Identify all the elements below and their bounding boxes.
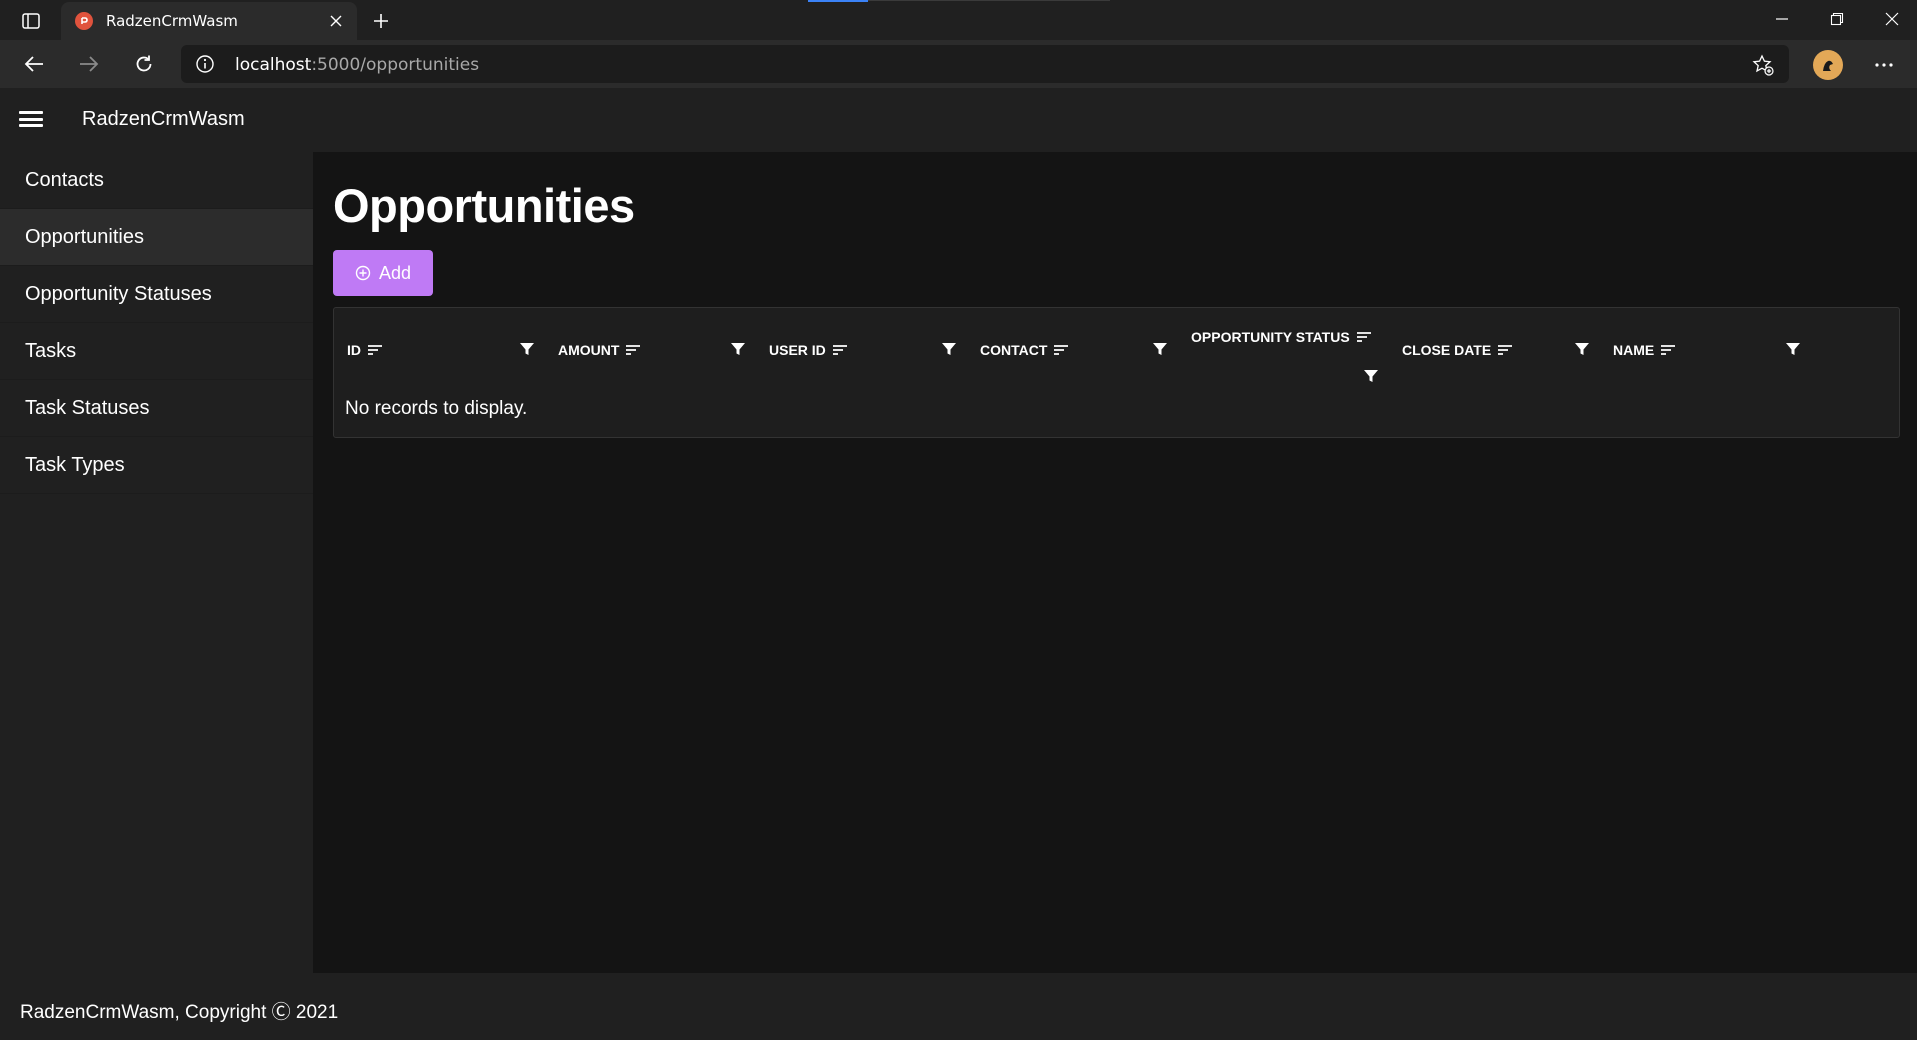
add-button-label: Add xyxy=(378,262,412,283)
column-header-contact[interactable]: CONTACT xyxy=(967,308,1178,388)
tab-loading-track xyxy=(868,0,1110,1)
column-label[interactable]: CONTACT xyxy=(980,342,1069,358)
sidebar-item-opportunities[interactable]: Opportunities xyxy=(0,209,313,266)
filter-icon[interactable] xyxy=(519,341,535,357)
column-header-user-id[interactable]: USER ID xyxy=(756,308,967,388)
sort-icon[interactable] xyxy=(625,344,641,356)
filter-icon[interactable] xyxy=(1363,368,1379,384)
site-info-icon[interactable] xyxy=(195,54,215,74)
footer-copyright: RadzenCrmWasm, Copyright Ⓒ 2021 xyxy=(20,1002,339,1023)
column-label[interactable]: NAME xyxy=(1613,342,1676,358)
opportunities-grid: ID AMOUNT USER ID CONTACT OPPORTUNITY ST… xyxy=(333,307,1900,438)
close-window-icon[interactable] xyxy=(1872,4,1912,34)
close-tab-icon[interactable] xyxy=(327,12,345,30)
sort-icon[interactable] xyxy=(1356,331,1372,343)
column-label[interactable]: USER ID xyxy=(769,342,848,358)
column-label[interactable]: CLOSE DATE xyxy=(1402,342,1513,358)
tab-loading-indicator xyxy=(808,0,868,2)
filter-icon[interactable] xyxy=(730,341,746,357)
app-title: RadzenCrmWasm xyxy=(82,108,245,130)
column-label[interactable]: ID xyxy=(347,342,383,358)
filter-icon[interactable] xyxy=(1152,341,1168,357)
column-label[interactable]: AMOUNT xyxy=(558,342,641,358)
browser-tab-active[interactable]: RadzenCrmWasm xyxy=(61,2,357,40)
url-path: :5000/opportunities xyxy=(311,55,480,75)
filter-icon[interactable] xyxy=(1574,341,1590,357)
tab-actions-icon[interactable] xyxy=(14,8,48,34)
column-header-amount[interactable]: AMOUNT xyxy=(545,308,756,388)
filter-icon[interactable] xyxy=(941,341,957,357)
sidebar-item-task-types[interactable]: Task Types xyxy=(0,437,313,494)
profile-avatar-icon[interactable] xyxy=(1813,50,1843,80)
url-host: localhost xyxy=(235,55,312,75)
sidebar-item-contacts[interactable]: Contacts xyxy=(0,152,313,209)
footer: RadzenCrmWasm, Copyright Ⓒ 2021 xyxy=(0,973,1917,1040)
app-header: RadzenCrmWasm xyxy=(0,88,1917,152)
browser-toolbar: localhost:5000/opportunities xyxy=(0,40,1917,88)
sidebar-item-label: Opportunity Statuses xyxy=(25,282,212,305)
sidebar-item-label: Task Types xyxy=(25,453,125,476)
add-circle-icon xyxy=(355,265,371,281)
back-arrow-icon[interactable] xyxy=(18,49,50,79)
filter-icon[interactable] xyxy=(1785,341,1801,357)
minimize-window-icon[interactable] xyxy=(1762,4,1802,34)
sidebar-item-tasks[interactable]: Tasks xyxy=(0,323,313,380)
menu-toggle-icon[interactable] xyxy=(19,109,43,129)
new-tab-icon[interactable] xyxy=(368,8,394,34)
refresh-icon[interactable] xyxy=(128,49,160,79)
forward-arrow-icon[interactable] xyxy=(73,49,105,79)
sort-icon[interactable] xyxy=(1660,344,1676,356)
browser-tab-bar: RadzenCrmWasm xyxy=(0,0,1917,40)
sidebar-item-label: Task Statuses xyxy=(25,396,150,419)
main-content: Opportunities Add ID AMOUNT USER ID CONT… xyxy=(313,152,1917,973)
empty-message: No records to display. xyxy=(345,398,528,419)
radzen-favicon-icon xyxy=(75,12,93,30)
url-text[interactable]: localhost:5000/opportunities xyxy=(235,55,479,75)
page-title: Opportunities xyxy=(333,179,635,232)
add-favorite-icon[interactable] xyxy=(1751,53,1775,77)
sort-icon[interactable] xyxy=(1053,344,1069,356)
sort-icon[interactable] xyxy=(367,344,383,356)
more-options-icon[interactable] xyxy=(1869,50,1899,80)
restore-window-icon[interactable] xyxy=(1817,4,1857,34)
column-header-name[interactable]: NAME xyxy=(1600,308,1811,388)
address-bar[interactable]: localhost:5000/opportunities xyxy=(181,45,1789,83)
sidebar-item-label: Opportunities xyxy=(25,225,144,248)
sort-icon[interactable] xyxy=(832,344,848,356)
sidebar-item-label: Contacts xyxy=(25,168,104,191)
column-header-close-date[interactable]: CLOSE DATE xyxy=(1389,308,1600,388)
sidebar-item-task-statuses[interactable]: Task Statuses xyxy=(0,380,313,437)
column-header-id[interactable]: ID xyxy=(334,308,545,388)
column-label[interactable]: OPPORTUNITY STATUS xyxy=(1191,329,1372,345)
grid-header: ID AMOUNT USER ID CONTACT OPPORTUNITY ST… xyxy=(334,308,1899,388)
sidebar-item-opportunity-statuses[interactable]: Opportunity Statuses xyxy=(0,266,313,323)
sidebar: Contacts Opportunities Opportunity Statu… xyxy=(0,152,313,973)
add-button[interactable]: Add xyxy=(333,250,433,296)
sort-icon[interactable] xyxy=(1497,344,1513,356)
sidebar-item-label: Tasks xyxy=(25,339,77,362)
column-header-opportunity-status[interactable]: OPPORTUNITY STATUS xyxy=(1178,308,1389,388)
tab-title: RadzenCrmWasm xyxy=(106,12,238,30)
